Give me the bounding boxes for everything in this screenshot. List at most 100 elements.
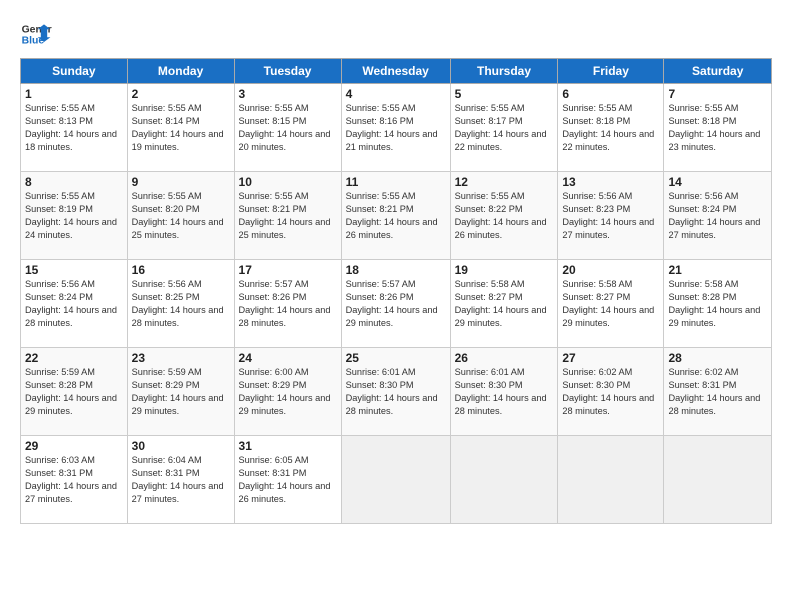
day-number: 26 [455, 351, 554, 365]
day-number: 7 [668, 87, 767, 101]
calendar-day-cell: 25 Sunrise: 6:01 AMSunset: 8:30 PMDaylig… [341, 348, 450, 436]
day-header: Sunday [21, 59, 128, 84]
calendar-day-cell [558, 436, 664, 524]
day-number: 5 [455, 87, 554, 101]
calendar-day-cell: 4 Sunrise: 5:55 AMSunset: 8:16 PMDayligh… [341, 84, 450, 172]
calendar-day-cell: 3 Sunrise: 5:55 AMSunset: 8:15 PMDayligh… [234, 84, 341, 172]
logo: General Blue [20, 18, 52, 50]
calendar-day-cell: 7 Sunrise: 5:55 AMSunset: 8:18 PMDayligh… [664, 84, 772, 172]
calendar-day-cell [450, 436, 558, 524]
header: General Blue [20, 18, 772, 50]
calendar-day-cell: 26 Sunrise: 6:01 AMSunset: 8:30 PMDaylig… [450, 348, 558, 436]
day-detail: Sunrise: 5:58 AMSunset: 8:27 PMDaylight:… [562, 279, 654, 328]
calendar-day-cell: 16 Sunrise: 5:56 AMSunset: 8:25 PMDaylig… [127, 260, 234, 348]
calendar-day-cell: 17 Sunrise: 5:57 AMSunset: 8:26 PMDaylig… [234, 260, 341, 348]
day-header: Thursday [450, 59, 558, 84]
day-detail: Sunrise: 5:58 AMSunset: 8:27 PMDaylight:… [455, 279, 547, 328]
day-number: 10 [239, 175, 337, 189]
day-number: 11 [346, 175, 446, 189]
calendar-day-cell: 1 Sunrise: 5:55 AMSunset: 8:13 PMDayligh… [21, 84, 128, 172]
day-detail: Sunrise: 5:58 AMSunset: 8:28 PMDaylight:… [668, 279, 760, 328]
day-number: 2 [132, 87, 230, 101]
calendar-day-cell: 18 Sunrise: 5:57 AMSunset: 8:26 PMDaylig… [341, 260, 450, 348]
day-detail: Sunrise: 5:56 AMSunset: 8:23 PMDaylight:… [562, 191, 654, 240]
page: General Blue SundayMondayTuesdayWednesda… [0, 0, 792, 612]
day-detail: Sunrise: 5:55 AMSunset: 8:21 PMDaylight:… [346, 191, 438, 240]
calendar-day-cell: 22 Sunrise: 5:59 AMSunset: 8:28 PMDaylig… [21, 348, 128, 436]
day-header: Tuesday [234, 59, 341, 84]
day-header: Friday [558, 59, 664, 84]
day-number: 27 [562, 351, 659, 365]
calendar-day-cell: 27 Sunrise: 6:02 AMSunset: 8:30 PMDaylig… [558, 348, 664, 436]
day-number: 14 [668, 175, 767, 189]
day-number: 31 [239, 439, 337, 453]
calendar-week-row: 29 Sunrise: 6:03 AMSunset: 8:31 PMDaylig… [21, 436, 772, 524]
day-number: 18 [346, 263, 446, 277]
day-detail: Sunrise: 6:05 AMSunset: 8:31 PMDaylight:… [239, 455, 331, 504]
calendar-day-cell: 9 Sunrise: 5:55 AMSunset: 8:20 PMDayligh… [127, 172, 234, 260]
day-detail: Sunrise: 5:55 AMSunset: 8:21 PMDaylight:… [239, 191, 331, 240]
day-number: 24 [239, 351, 337, 365]
day-number: 13 [562, 175, 659, 189]
day-number: 6 [562, 87, 659, 101]
day-detail: Sunrise: 6:02 AMSunset: 8:31 PMDaylight:… [668, 367, 760, 416]
calendar-day-cell: 6 Sunrise: 5:55 AMSunset: 8:18 PMDayligh… [558, 84, 664, 172]
day-detail: Sunrise: 5:55 AMSunset: 8:13 PMDaylight:… [25, 103, 117, 152]
day-number: 17 [239, 263, 337, 277]
calendar-header-row: SundayMondayTuesdayWednesdayThursdayFrid… [21, 59, 772, 84]
calendar-day-cell: 20 Sunrise: 5:58 AMSunset: 8:27 PMDaylig… [558, 260, 664, 348]
day-header: Saturday [664, 59, 772, 84]
calendar-day-cell: 8 Sunrise: 5:55 AMSunset: 8:19 PMDayligh… [21, 172, 128, 260]
day-detail: Sunrise: 5:56 AMSunset: 8:25 PMDaylight:… [132, 279, 224, 328]
calendar-day-cell: 13 Sunrise: 5:56 AMSunset: 8:23 PMDaylig… [558, 172, 664, 260]
calendar-day-cell: 15 Sunrise: 5:56 AMSunset: 8:24 PMDaylig… [21, 260, 128, 348]
day-detail: Sunrise: 5:55 AMSunset: 8:20 PMDaylight:… [132, 191, 224, 240]
calendar-day-cell: 11 Sunrise: 5:55 AMSunset: 8:21 PMDaylig… [341, 172, 450, 260]
calendar-day-cell: 30 Sunrise: 6:04 AMSunset: 8:31 PMDaylig… [127, 436, 234, 524]
day-detail: Sunrise: 5:55 AMSunset: 8:19 PMDaylight:… [25, 191, 117, 240]
day-detail: Sunrise: 5:55 AMSunset: 8:18 PMDaylight:… [668, 103, 760, 152]
calendar-week-row: 15 Sunrise: 5:56 AMSunset: 8:24 PMDaylig… [21, 260, 772, 348]
day-number: 20 [562, 263, 659, 277]
day-detail: Sunrise: 5:55 AMSunset: 8:14 PMDaylight:… [132, 103, 224, 152]
calendar-week-row: 1 Sunrise: 5:55 AMSunset: 8:13 PMDayligh… [21, 84, 772, 172]
day-number: 28 [668, 351, 767, 365]
day-header: Wednesday [341, 59, 450, 84]
day-detail: Sunrise: 5:55 AMSunset: 8:17 PMDaylight:… [455, 103, 547, 152]
day-number: 8 [25, 175, 123, 189]
day-detail: Sunrise: 5:59 AMSunset: 8:28 PMDaylight:… [25, 367, 117, 416]
calendar: SundayMondayTuesdayWednesdayThursdayFrid… [20, 58, 772, 524]
calendar-day-cell: 28 Sunrise: 6:02 AMSunset: 8:31 PMDaylig… [664, 348, 772, 436]
calendar-day-cell: 5 Sunrise: 5:55 AMSunset: 8:17 PMDayligh… [450, 84, 558, 172]
calendar-day-cell: 31 Sunrise: 6:05 AMSunset: 8:31 PMDaylig… [234, 436, 341, 524]
day-detail: Sunrise: 6:03 AMSunset: 8:31 PMDaylight:… [25, 455, 117, 504]
day-number: 12 [455, 175, 554, 189]
day-detail: Sunrise: 5:59 AMSunset: 8:29 PMDaylight:… [132, 367, 224, 416]
calendar-day-cell: 14 Sunrise: 5:56 AMSunset: 8:24 PMDaylig… [664, 172, 772, 260]
day-number: 3 [239, 87, 337, 101]
day-detail: Sunrise: 5:55 AMSunset: 8:15 PMDaylight:… [239, 103, 331, 152]
day-detail: Sunrise: 6:04 AMSunset: 8:31 PMDaylight:… [132, 455, 224, 504]
day-number: 30 [132, 439, 230, 453]
calendar-week-row: 8 Sunrise: 5:55 AMSunset: 8:19 PMDayligh… [21, 172, 772, 260]
day-number: 9 [132, 175, 230, 189]
day-detail: Sunrise: 5:56 AMSunset: 8:24 PMDaylight:… [25, 279, 117, 328]
day-detail: Sunrise: 5:55 AMSunset: 8:22 PMDaylight:… [455, 191, 547, 240]
day-number: 19 [455, 263, 554, 277]
calendar-body: 1 Sunrise: 5:55 AMSunset: 8:13 PMDayligh… [21, 84, 772, 524]
calendar-week-row: 22 Sunrise: 5:59 AMSunset: 8:28 PMDaylig… [21, 348, 772, 436]
day-number: 1 [25, 87, 123, 101]
day-header: Monday [127, 59, 234, 84]
day-number: 25 [346, 351, 446, 365]
day-detail: Sunrise: 6:01 AMSunset: 8:30 PMDaylight:… [346, 367, 438, 416]
calendar-day-cell: 21 Sunrise: 5:58 AMSunset: 8:28 PMDaylig… [664, 260, 772, 348]
calendar-day-cell: 19 Sunrise: 5:58 AMSunset: 8:27 PMDaylig… [450, 260, 558, 348]
calendar-day-cell: 2 Sunrise: 5:55 AMSunset: 8:14 PMDayligh… [127, 84, 234, 172]
day-number: 15 [25, 263, 123, 277]
day-number: 4 [346, 87, 446, 101]
day-detail: Sunrise: 6:01 AMSunset: 8:30 PMDaylight:… [455, 367, 547, 416]
day-detail: Sunrise: 5:56 AMSunset: 8:24 PMDaylight:… [668, 191, 760, 240]
day-detail: Sunrise: 5:57 AMSunset: 8:26 PMDaylight:… [346, 279, 438, 328]
calendar-day-cell [341, 436, 450, 524]
calendar-day-cell [664, 436, 772, 524]
